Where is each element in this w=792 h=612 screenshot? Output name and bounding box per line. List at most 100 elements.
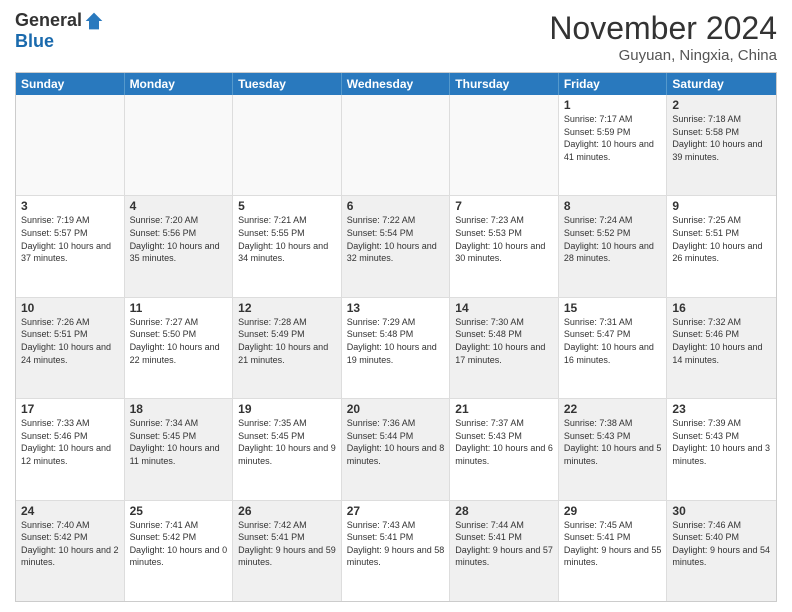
calendar-cell-empty-0-4 — [450, 95, 559, 195]
cell-info: Sunrise: 7:26 AMSunset: 5:51 PMDaylight:… — [21, 316, 119, 366]
day-number: 7 — [455, 199, 553, 213]
calendar-row-3: 17Sunrise: 7:33 AMSunset: 5:46 PMDayligh… — [16, 399, 776, 500]
cell-info: Sunrise: 7:40 AMSunset: 5:42 PMDaylight:… — [21, 519, 119, 569]
day-number: 16 — [672, 301, 771, 315]
cell-info: Sunrise: 7:37 AMSunset: 5:43 PMDaylight:… — [455, 417, 553, 467]
cell-info: Sunrise: 7:25 AMSunset: 5:51 PMDaylight:… — [672, 214, 771, 264]
cell-info: Sunrise: 7:35 AMSunset: 5:45 PMDaylight:… — [238, 417, 336, 467]
header-day-tuesday: Tuesday — [233, 73, 342, 95]
calendar-cell-26: 26Sunrise: 7:42 AMSunset: 5:41 PMDayligh… — [233, 501, 342, 601]
day-number: 13 — [347, 301, 445, 315]
calendar-cell-4: 4Sunrise: 7:20 AMSunset: 5:56 PMDaylight… — [125, 196, 234, 296]
month-title: November 2024 — [549, 10, 777, 47]
header-day-wednesday: Wednesday — [342, 73, 451, 95]
logo-icon — [84, 11, 104, 31]
calendar-cell-28: 28Sunrise: 7:44 AMSunset: 5:41 PMDayligh… — [450, 501, 559, 601]
cell-info: Sunrise: 7:22 AMSunset: 5:54 PMDaylight:… — [347, 214, 445, 264]
calendar-cell-12: 12Sunrise: 7:28 AMSunset: 5:49 PMDayligh… — [233, 298, 342, 398]
cell-info: Sunrise: 7:32 AMSunset: 5:46 PMDaylight:… — [672, 316, 771, 366]
calendar-cell-30: 30Sunrise: 7:46 AMSunset: 5:40 PMDayligh… — [667, 501, 776, 601]
logo-general-text: General — [15, 10, 82, 31]
header-day-friday: Friday — [559, 73, 668, 95]
day-number: 2 — [672, 98, 771, 112]
day-number: 17 — [21, 402, 119, 416]
calendar-cell-8: 8Sunrise: 7:24 AMSunset: 5:52 PMDaylight… — [559, 196, 668, 296]
cell-info: Sunrise: 7:24 AMSunset: 5:52 PMDaylight:… — [564, 214, 662, 264]
calendar-cell-empty-0-3 — [342, 95, 451, 195]
calendar-cell-22: 22Sunrise: 7:38 AMSunset: 5:43 PMDayligh… — [559, 399, 668, 499]
calendar-cell-23: 23Sunrise: 7:39 AMSunset: 5:43 PMDayligh… — [667, 399, 776, 499]
cell-info: Sunrise: 7:34 AMSunset: 5:45 PMDaylight:… — [130, 417, 228, 467]
cell-info: Sunrise: 7:30 AMSunset: 5:48 PMDaylight:… — [455, 316, 553, 366]
day-number: 5 — [238, 199, 336, 213]
title-section: November 2024 Guyuan, Ningxia, China — [549, 10, 777, 64]
calendar-cell-29: 29Sunrise: 7:45 AMSunset: 5:41 PMDayligh… — [559, 501, 668, 601]
calendar-cell-3: 3Sunrise: 7:19 AMSunset: 5:57 PMDaylight… — [16, 196, 125, 296]
logo-blue-text: Blue — [15, 31, 54, 52]
calendar-cell-10: 10Sunrise: 7:26 AMSunset: 5:51 PMDayligh… — [16, 298, 125, 398]
day-number: 15 — [564, 301, 662, 315]
header-day-monday: Monday — [125, 73, 234, 95]
cell-info: Sunrise: 7:23 AMSunset: 5:53 PMDaylight:… — [455, 214, 553, 264]
header-day-saturday: Saturday — [667, 73, 776, 95]
calendar-cell-19: 19Sunrise: 7:35 AMSunset: 5:45 PMDayligh… — [233, 399, 342, 499]
day-number: 22 — [564, 402, 662, 416]
cell-info: Sunrise: 7:27 AMSunset: 5:50 PMDaylight:… — [130, 316, 228, 366]
calendar-row-0: 1Sunrise: 7:17 AMSunset: 5:59 PMDaylight… — [16, 95, 776, 196]
day-number: 23 — [672, 402, 771, 416]
cell-info: Sunrise: 7:29 AMSunset: 5:48 PMDaylight:… — [347, 316, 445, 366]
calendar-cell-2: 2Sunrise: 7:18 AMSunset: 5:58 PMDaylight… — [667, 95, 776, 195]
header-day-sunday: Sunday — [16, 73, 125, 95]
cell-info: Sunrise: 7:41 AMSunset: 5:42 PMDaylight:… — [130, 519, 228, 569]
cell-info: Sunrise: 7:43 AMSunset: 5:41 PMDaylight:… — [347, 519, 445, 569]
day-number: 10 — [21, 301, 119, 315]
cell-info: Sunrise: 7:20 AMSunset: 5:56 PMDaylight:… — [130, 214, 228, 264]
day-number: 12 — [238, 301, 336, 315]
day-number: 4 — [130, 199, 228, 213]
calendar-cell-24: 24Sunrise: 7:40 AMSunset: 5:42 PMDayligh… — [16, 501, 125, 601]
calendar-cell-11: 11Sunrise: 7:27 AMSunset: 5:50 PMDayligh… — [125, 298, 234, 398]
calendar-cell-27: 27Sunrise: 7:43 AMSunset: 5:41 PMDayligh… — [342, 501, 451, 601]
cell-info: Sunrise: 7:36 AMSunset: 5:44 PMDaylight:… — [347, 417, 445, 467]
cell-info: Sunrise: 7:19 AMSunset: 5:57 PMDaylight:… — [21, 214, 119, 264]
calendar-cell-9: 9Sunrise: 7:25 AMSunset: 5:51 PMDaylight… — [667, 196, 776, 296]
location: Guyuan, Ningxia, China — [549, 47, 777, 64]
day-number: 29 — [564, 504, 662, 518]
calendar-cell-13: 13Sunrise: 7:29 AMSunset: 5:48 PMDayligh… — [342, 298, 451, 398]
day-number: 30 — [672, 504, 771, 518]
calendar-body: 1Sunrise: 7:17 AMSunset: 5:59 PMDaylight… — [16, 95, 776, 601]
day-number: 11 — [130, 301, 228, 315]
page: General Blue November 2024 Guyuan, Ningx… — [0, 0, 792, 612]
day-number: 25 — [130, 504, 228, 518]
calendar-cell-empty-0-2 — [233, 95, 342, 195]
cell-info: Sunrise: 7:38 AMSunset: 5:43 PMDaylight:… — [564, 417, 662, 467]
calendar-cell-25: 25Sunrise: 7:41 AMSunset: 5:42 PMDayligh… — [125, 501, 234, 601]
calendar-row-1: 3Sunrise: 7:19 AMSunset: 5:57 PMDaylight… — [16, 196, 776, 297]
calendar-cell-14: 14Sunrise: 7:30 AMSunset: 5:48 PMDayligh… — [450, 298, 559, 398]
cell-info: Sunrise: 7:45 AMSunset: 5:41 PMDaylight:… — [564, 519, 662, 569]
cell-info: Sunrise: 7:31 AMSunset: 5:47 PMDaylight:… — [564, 316, 662, 366]
cell-info: Sunrise: 7:28 AMSunset: 5:49 PMDaylight:… — [238, 316, 336, 366]
header-day-thursday: Thursday — [450, 73, 559, 95]
calendar-row-4: 24Sunrise: 7:40 AMSunset: 5:42 PMDayligh… — [16, 501, 776, 601]
cell-info: Sunrise: 7:17 AMSunset: 5:59 PMDaylight:… — [564, 113, 662, 163]
day-number: 6 — [347, 199, 445, 213]
cell-info: Sunrise: 7:39 AMSunset: 5:43 PMDaylight:… — [672, 417, 771, 467]
day-number: 24 — [21, 504, 119, 518]
day-number: 20 — [347, 402, 445, 416]
logo: General Blue — [15, 10, 104, 52]
calendar-cell-18: 18Sunrise: 7:34 AMSunset: 5:45 PMDayligh… — [125, 399, 234, 499]
cell-info: Sunrise: 7:42 AMSunset: 5:41 PMDaylight:… — [238, 519, 336, 569]
calendar-cell-empty-0-0 — [16, 95, 125, 195]
calendar-cell-empty-0-1 — [125, 95, 234, 195]
calendar-header: SundayMondayTuesdayWednesdayThursdayFrid… — [16, 73, 776, 95]
day-number: 27 — [347, 504, 445, 518]
day-number: 1 — [564, 98, 662, 112]
day-number: 28 — [455, 504, 553, 518]
calendar-cell-16: 16Sunrise: 7:32 AMSunset: 5:46 PMDayligh… — [667, 298, 776, 398]
header: General Blue November 2024 Guyuan, Ningx… — [15, 10, 777, 64]
calendar-cell-20: 20Sunrise: 7:36 AMSunset: 5:44 PMDayligh… — [342, 399, 451, 499]
calendar-cell-7: 7Sunrise: 7:23 AMSunset: 5:53 PMDaylight… — [450, 196, 559, 296]
calendar-cell-5: 5Sunrise: 7:21 AMSunset: 5:55 PMDaylight… — [233, 196, 342, 296]
calendar-cell-17: 17Sunrise: 7:33 AMSunset: 5:46 PMDayligh… — [16, 399, 125, 499]
